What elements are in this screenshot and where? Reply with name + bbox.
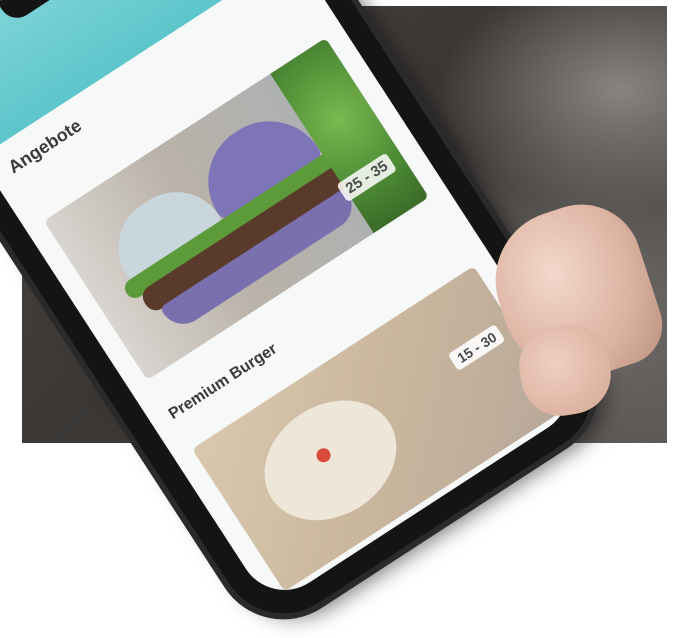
burger-card-image[interactable]: 25 - 35 (43, 37, 430, 381)
phone-notch (0, 0, 160, 25)
delivery-time-badge: 15 - 30 (447, 323, 506, 371)
border-right (667, 0, 681, 457)
plate (241, 376, 420, 545)
